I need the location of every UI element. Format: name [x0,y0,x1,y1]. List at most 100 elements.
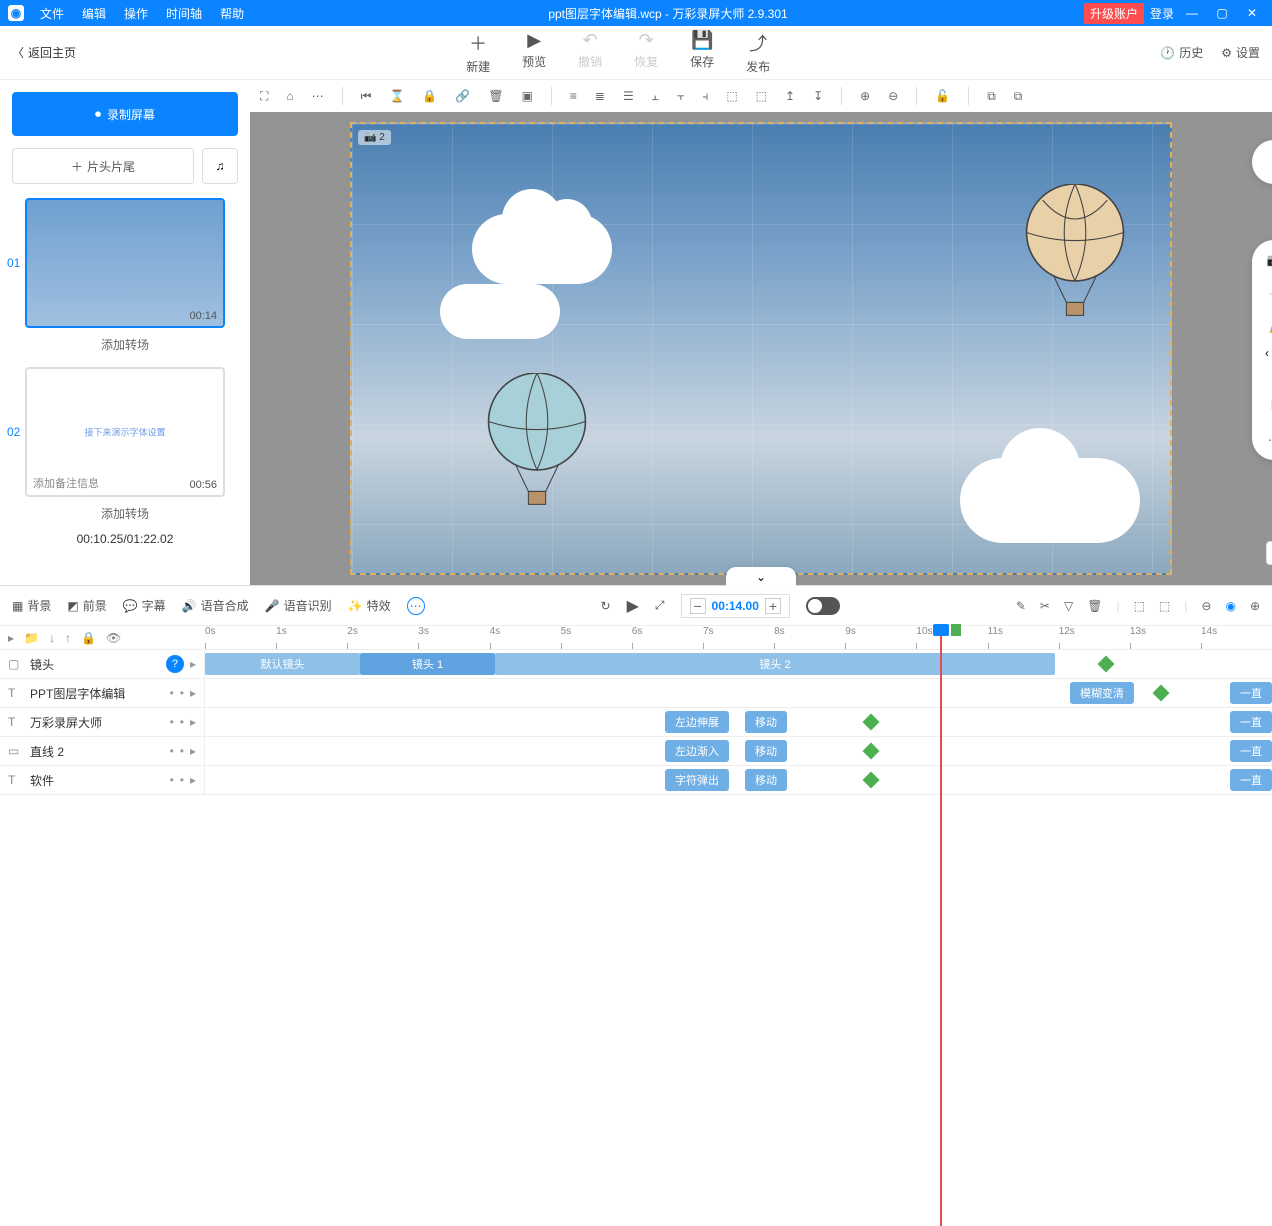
end-tag[interactable]: 一直 [1230,711,1272,733]
keyframe-diamond[interactable] [863,772,880,789]
pointer-tool-icon[interactable]: ☜ [1264,286,1272,306]
trash-icon[interactable]: 🗑 [488,89,503,103]
toggle-switch[interactable] [806,597,840,615]
track-toggle[interactable]: ▸ [190,773,196,787]
music-library-button[interactable]: ♫ [202,148,238,184]
align-bottom-icon[interactable]: ⫞ [702,89,708,104]
add-transition-2[interactable]: 添加转场 [101,505,149,522]
lock-track-icon[interactable]: 🔒 [81,631,96,645]
login-button[interactable]: 登录 [1150,5,1174,22]
crop-icon[interactable]: ▣ [522,89,533,103]
lock-icon[interactable]: 🔒 [422,89,437,103]
end-tag[interactable]: 一直 [1230,740,1272,762]
zoom-fit-icon[interactable]: ◉ [1225,599,1235,613]
keyframe-diamond[interactable] [1153,685,1170,702]
zoom-in-timeline-icon[interactable]: ⊕ [1250,599,1260,613]
filter-tool-icon[interactable]: ▽ [1064,599,1073,613]
animation-tag[interactable]: 模糊变清 [1070,682,1134,704]
expand-icon[interactable]: ⤢ [655,598,665,613]
visibility-icon[interactable]: 👁 [106,631,121,645]
animation-tag[interactable]: 左边渐入 [665,740,729,762]
bring-front-icon[interactable]: ↥ [785,89,795,103]
animation-tag[interactable]: 移动 [745,711,787,733]
track-toggle[interactable]: ▸ [190,657,196,671]
menu-edit[interactable]: 编辑 [74,2,114,25]
maximize-button[interactable]: ▢ [1210,3,1234,23]
keyframe-diamond[interactable] [863,714,880,731]
help-icon[interactable]: ? [166,655,184,673]
paste-icon[interactable]: ⧉ [1014,89,1023,104]
home-icon[interactable]: ⌂ [286,89,293,103]
record-screen-button[interactable]: ⏺ 录制屏幕 [12,92,238,136]
tl-tab-前景[interactable]: ◩前景 [67,597,106,614]
loop-icon[interactable]: ↻ [601,599,611,613]
align-left-icon[interactable]: ≡ [570,89,577,103]
track-options[interactable]: • [180,686,184,700]
time-minus[interactable]: − [690,598,706,614]
track-options[interactable]: • [180,715,184,729]
marker-tool-icon[interactable]: ⬚ [1134,599,1145,613]
track-menu[interactable]: • [170,715,174,729]
keyframe-diamond[interactable] [863,743,880,760]
align-middle-icon[interactable]: ⫟ [677,89,684,104]
folder-icon[interactable]: 📁 [24,631,39,645]
tl-tab-语音识别[interactable]: 🎤语音识别 [265,597,332,614]
end-tag[interactable]: 一直 [1230,682,1272,704]
more-icon[interactable]: ⋯ [312,89,324,103]
edit-tool-icon[interactable]: ✎ [1016,599,1026,613]
down-icon[interactable]: ↓ [49,631,55,645]
scene-thumbnail-2[interactable]: 接下来演示字体设置 添加备注信息 00:56 [25,367,225,497]
copy-icon[interactable]: ⧉ [987,89,996,104]
device-tool-icon[interactable]: ▮ [1264,394,1272,414]
animation-tag[interactable]: 左边伸展 [665,711,729,733]
skip-start-icon[interactable]: ⏮ [361,89,372,104]
action-新建[interactable]: ＋新建 [466,30,490,75]
settings-button[interactable]: ⚙设置 [1221,44,1260,61]
align-center-icon[interactable]: ≣ [595,89,605,103]
add-transition-1[interactable]: 添加转场 [101,336,149,353]
tl-tab-特效[interactable]: ✨特效 [348,597,391,614]
scene-thumbnail-1[interactable]: 00:14 [25,198,225,328]
track-options[interactable]: • [180,744,184,758]
track-menu[interactable]: • [170,686,174,700]
time-plus[interactable]: + [765,598,781,614]
tl-tab-背景[interactable]: ▦背景 [12,597,51,614]
action-发布[interactable]: ⤴发布 [746,30,770,75]
camera-tool-icon[interactable]: 📷 [1264,250,1272,270]
canvas[interactable]: 📷 2 [350,122,1172,575]
balloon-shape[interactable] [482,373,592,513]
track-content[interactable]: 默认镜头镜头 1镜头 2 [205,650,1272,678]
zoom-out-timeline-icon[interactable]: ⊖ [1201,599,1211,613]
track-toggle[interactable]: ▸ [190,715,196,729]
zoom-in-icon[interactable]: ⊕ [860,89,870,103]
side-expand-tab[interactable]: ‹ [1260,333,1272,373]
animation-tag[interactable]: 字符弹出 [665,769,729,791]
history-button[interactable]: 🕐历史 [1160,44,1203,61]
unlock-icon[interactable]: 🔓 [935,89,950,103]
more-tabs-icon[interactable]: ⋯ [407,597,425,615]
playhead[interactable] [940,626,942,1226]
upgrade-button[interactable]: 升级账户 [1084,3,1144,24]
minimize-button[interactable]: — [1180,3,1204,23]
animation-tag[interactable]: 移动 [745,740,787,762]
timeline-ruler[interactable]: 0s1s2s3s4s5s6s7s8s9s10s11s12s13s14s [205,626,1272,649]
tl-tab-语音合成[interactable]: 🔊语音合成 [182,597,249,614]
menu-operate[interactable]: 操作 [116,2,156,25]
hourglass-icon[interactable]: ⌛ [389,89,404,103]
align-top-icon[interactable]: ⫠ [652,89,659,104]
track-toggle[interactable]: ▸ [190,744,196,758]
action-保存[interactable]: 💾保存 [690,30,714,75]
music-panel-button[interactable]: ♪ [1252,140,1272,184]
menu-file[interactable]: 文件 [32,2,72,25]
track-menu[interactable]: • [170,744,174,758]
clip[interactable]: 镜头 1 [360,653,495,675]
track-content[interactable]: 左边伸展移动 一直 [205,708,1272,736]
link-icon[interactable]: 🔗 [455,89,470,103]
track-options[interactable]: • [180,773,184,787]
align-right-icon[interactable]: ☰ [623,89,634,103]
track-menu[interactable]: • [170,773,174,787]
animation-tag[interactable]: 移动 [745,769,787,791]
fullscreen-icon[interactable]: ⛶ [260,89,268,104]
track-content[interactable]: 字符弹出移动一直 [205,766,1272,794]
distribute-v-icon[interactable]: ⬚ [756,89,767,103]
